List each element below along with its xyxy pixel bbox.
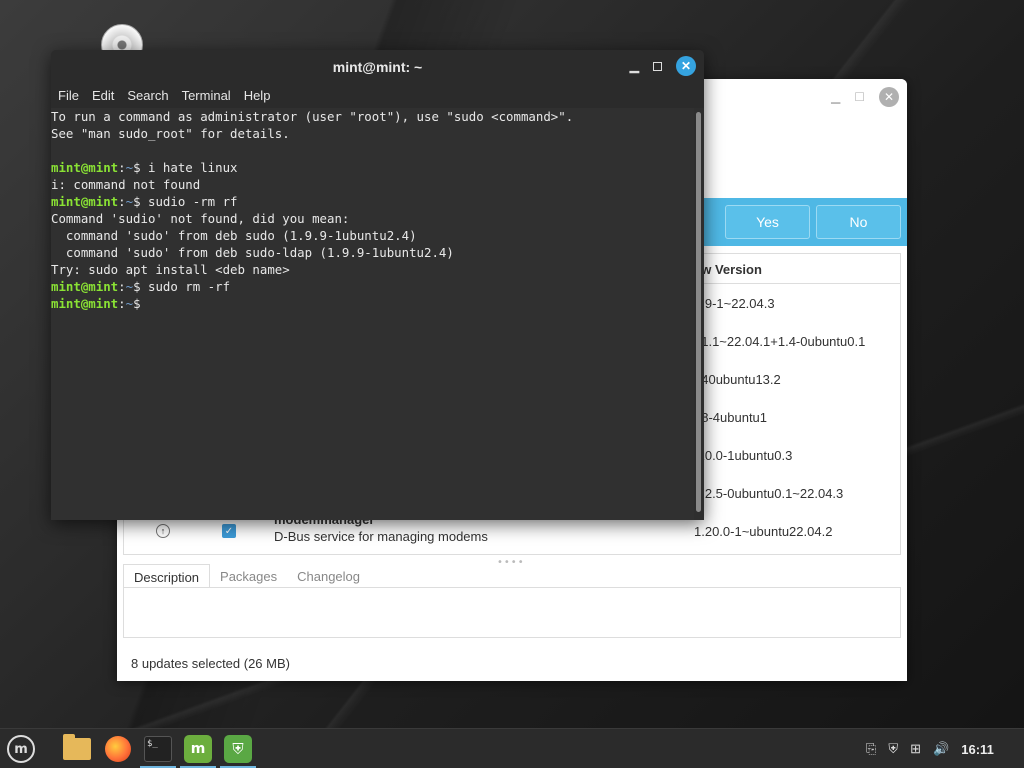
terminal-output[interactable]: To run a command as administrator (user … (51, 108, 694, 520)
scrollbar-thumb[interactable] (696, 112, 701, 512)
details-tabs: Description Packages Changelog (123, 564, 901, 588)
upgrade-icon: ↑ (156, 524, 170, 538)
shield-icon[interactable]: ⛨ (223, 734, 253, 764)
close-icon[interactable]: ✕ (676, 56, 696, 76)
new-version-header[interactable]: ew Version (694, 262, 762, 277)
tab-packages[interactable]: Packages (210, 564, 287, 588)
status-text: 8 updates selected (26 MB) (131, 656, 290, 671)
prompt-path: ~ (125, 279, 134, 294)
no-button[interactable]: No (816, 205, 901, 239)
mintupdate-icon[interactable]: m (183, 734, 213, 764)
system-tray: ⎘ ⛨ ⊞ 🔊 16:11 (866, 729, 994, 768)
prompt-user: mint@mint (51, 296, 119, 311)
version-cell: 2.2.5-0ubuntu0.1~22.04.3 (694, 486, 844, 501)
output-line: i: command not found (51, 177, 201, 192)
version-cell: .20.0-1ubuntu0.3 (694, 448, 793, 463)
menu-help[interactable] (278, 84, 288, 108)
menu-edit[interactable]: Edit (87, 84, 119, 108)
network-icon[interactable]: ⊞ (910, 741, 921, 757)
row-checkbox[interactable]: ✓ (222, 524, 236, 538)
clock[interactable]: 16:11 (961, 742, 994, 757)
version-cell: 51.1~22.04.1+1.4-0ubuntu0.1 (694, 334, 866, 349)
shield-tray-icon[interactable]: ⛨ (888, 741, 898, 757)
volume-icon[interactable]: 🔊 (933, 741, 949, 757)
version-cell: 7.9-1~22.04.3 (694, 296, 775, 311)
version-cell: 38-4ubuntu1 (694, 410, 768, 425)
version-cell: 1.20.0-1~ubuntu22.04.2 (694, 524, 833, 539)
minimize-icon[interactable]: ▁ (831, 90, 840, 104)
menu-icon[interactable]: m (6, 734, 36, 764)
maximize-icon[interactable] (653, 61, 662, 71)
tab-changelog[interactable]: Changelog (287, 564, 370, 588)
description-panel (123, 587, 901, 638)
folder-icon[interactable] (62, 734, 92, 764)
firefox-icon[interactable] (103, 734, 133, 764)
prompt-line: mint@mint:~$ i hate linux (51, 160, 238, 175)
clipboard-icon[interactable]: ⎘ (866, 741, 876, 757)
taskbar: m $_ m ⛨ ⎘ ⛨ ⊞ 🔊 16:11 (0, 728, 1024, 768)
yes-button[interactable]: Yes (725, 205, 810, 239)
output-line: See "man sudo_root" for details. (51, 126, 290, 141)
maximize-icon[interactable]: ☐ (854, 90, 865, 104)
command-text: $ sudo rm -rf (133, 279, 231, 294)
prompt-path: ~ (125, 194, 134, 209)
output-line: To run a command as administrator (user … (51, 109, 574, 124)
minimize-icon[interactable]: ▁ (630, 59, 639, 73)
output-line: command 'sudo' from deb sudo-ldap (1.9.9… (51, 245, 454, 260)
command-text: $ sudio -rm rf (133, 194, 238, 209)
menu-terminal[interactable]: Help (239, 84, 276, 108)
prompt-user: mint@mint (51, 194, 119, 209)
command-text: $ i hate linux (133, 160, 238, 175)
output-line: command 'sudo' from deb sudo (1.9.9-1ubu… (51, 228, 417, 243)
window-title: mint@mint: ~ (332, 59, 423, 75)
package-description: D-Bus service for managing modems (274, 529, 488, 544)
terminal-titlebar[interactable]: mint@mint: ~ ▁ ✕ (51, 50, 704, 84)
menu-search[interactable]: Terminal (177, 84, 236, 108)
command-text: $ (133, 296, 141, 311)
close-icon[interactable]: ✕ (879, 87, 899, 107)
prompt-path: ~ (125, 296, 134, 311)
output-line: Command 'sudio' not found, did you mean: (51, 211, 350, 226)
prompt-line: mint@mint:~$ (51, 296, 141, 311)
prompt-user: mint@mint (51, 160, 119, 175)
prompt-user: mint@mint (51, 279, 119, 294)
menubar: File Edit Search Terminal Help (51, 84, 704, 108)
tab-description[interactable]: Description (123, 564, 211, 588)
prompt-line: mint@mint:~$ sudo rm -rf (51, 279, 231, 294)
scrollbar[interactable] (694, 108, 704, 520)
menu-file[interactable]: File (53, 84, 84, 108)
prompt-path: ~ (125, 160, 134, 175)
prompt-line: mint@mint:~$ sudio -rm rf (51, 194, 238, 209)
terminal-window: mint@mint: ~ ▁ ✕ File Edit Search Termin… (51, 50, 704, 520)
output-line: Try: sudo apt install <deb name> (51, 262, 290, 277)
terminal-icon[interactable]: $_ (143, 734, 173, 764)
version-cell: 140ubuntu13.2 (694, 372, 781, 387)
menu-view[interactable]: Search (122, 84, 173, 108)
